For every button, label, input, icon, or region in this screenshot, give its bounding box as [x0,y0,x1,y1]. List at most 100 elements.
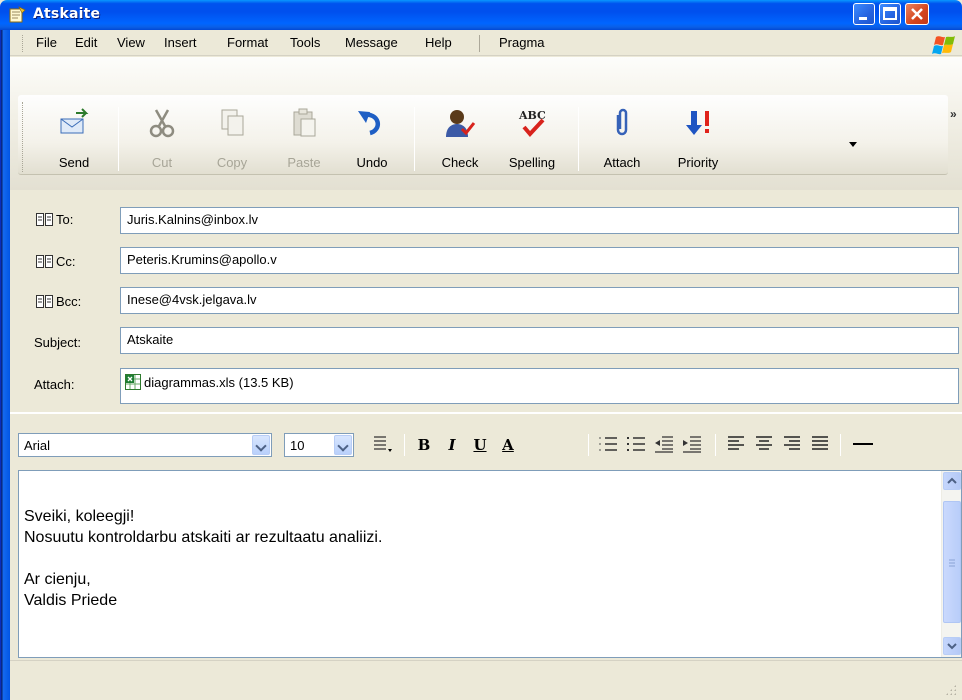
minimize-button[interactable] [853,3,875,25]
paragraph-style-icon [374,436,392,452]
address-book-icon [36,295,53,308]
cc-label[interactable]: Cc: [36,254,76,269]
minimize-icon [859,17,867,20]
send-button[interactable]: Send [42,105,106,175]
priority-label: Priority [677,155,719,170]
message-body[interactable]: Sveiki, koleegji! Nosuutu kontroldarbu at… [18,470,962,658]
menu-insert[interactable]: Insert [164,35,197,50]
undo-icon [358,111,380,136]
spelling-icon: ABC [518,109,546,138]
justify-button[interactable] [808,434,832,456]
scroll-up-button[interactable] [943,472,961,490]
maximize-button[interactable] [879,3,901,25]
toolbar-grip[interactable] [22,102,25,172]
title-bar[interactable]: Atskaite [0,0,962,30]
bullet-list-button[interactable] [624,434,648,456]
paperclip-icon [616,108,628,136]
menu-format[interactable]: Format [227,35,268,50]
status-bar [10,660,962,700]
decrease-indent-button[interactable] [652,434,676,456]
bold-button[interactable]: B [412,434,436,456]
attach-button[interactable]: Attach [590,105,654,175]
font-name-dropdown-icon[interactable] [252,435,270,455]
close-button[interactable] [905,3,929,25]
scroll-down-button[interactable] [943,637,961,655]
italic-button[interactable]: I [440,434,464,456]
menu-tools[interactable]: Tools [290,35,320,50]
menu-view[interactable]: View [117,35,145,50]
align-right-button[interactable] [780,434,804,456]
scroll-thumb[interactable] [943,501,961,623]
toolbar-separator [578,107,579,171]
numbered-list-icon [599,437,617,451]
underline-button[interactable]: U [468,434,492,456]
undo-button[interactable]: Undo [340,105,404,175]
attachment-item[interactable]: diagrammas.xls (13.5 KB) [125,374,294,390]
numbered-list-button[interactable] [596,434,620,456]
chevron-up-icon [947,477,957,484]
justify-icon [812,436,828,450]
to-label-text: To: [56,212,74,227]
bullet-list-icon [627,437,645,451]
compose-window: Atskaite File Edit View Insert Format To… [0,0,962,700]
spelling-button[interactable]: ABC Spelling [500,105,564,175]
message-header: To: Juris.Kalnins@inbox.lv Cc: Peteris.K… [10,190,962,412]
menu-message[interactable]: Message [345,35,398,50]
cut-button[interactable]: Cut [130,105,194,175]
priority-button[interactable]: Priority [666,105,730,175]
decrease-indent-icon [655,436,673,453]
menu-separator [479,35,480,52]
font-size-dropdown-icon[interactable] [334,435,352,455]
subject-field[interactable]: Atskaite [120,327,959,354]
excel-file-icon [125,374,141,390]
copy-label: Copy [216,155,248,170]
font-size-select[interactable]: 10 [284,433,354,457]
paste-icon [293,108,316,137]
window-title: Atskaite [33,6,101,22]
attachment-name: diagrammas.xls (13.5 KB) [144,375,294,390]
bcc-label[interactable]: Bcc: [36,294,81,309]
increase-indent-icon [683,436,701,453]
to-label[interactable]: To: [36,212,73,227]
toolbar-separator [118,107,119,171]
paste-button[interactable]: Paste [272,105,336,175]
message-body-text[interactable]: Sveiki, koleegji! Nosuutu kontroldarbu at… [24,506,382,611]
format-separator [840,434,841,456]
address-book-icon [36,213,53,226]
menu-file[interactable]: File [36,35,57,50]
attach-field-label: Attach: [34,377,75,392]
horizontal-line-button[interactable] [850,434,874,456]
bcc-field[interactable]: Inese@4vsk.jelgava.lv [120,287,959,314]
copy-button[interactable]: Copy [200,105,264,175]
menu-help[interactable]: Help [425,35,452,50]
increase-indent-button[interactable] [680,434,704,456]
grip-icon [949,559,955,567]
priority-dropdown-arrow-icon[interactable] [849,142,857,148]
cc-field[interactable]: Peteris.Krumins@apollo.v [120,247,959,274]
formatting-toolbar: Arial 10 B I U A [10,412,962,468]
bcc-label-text: Bcc: [56,294,82,309]
toolbar-overflow-icon[interactable]: » [950,107,957,121]
align-left-button[interactable] [724,434,748,456]
menu-edit[interactable]: Edit [75,35,97,50]
subject-label: Subject: [34,335,81,350]
body-line [24,548,382,569]
check-label: Check [441,155,479,170]
menu-pragma[interactable]: Pragma [499,35,545,50]
vertical-scrollbar[interactable] [941,471,961,657]
body-line: Ar cienju, [24,571,91,588]
paragraph-style-button[interactable] [370,434,394,456]
to-field[interactable]: Juris.Kalnins@inbox.lv [120,207,959,234]
paste-label: Paste [287,155,321,170]
toolbar-separator [414,107,415,171]
check-names-button[interactable]: Check [428,105,492,175]
align-center-button[interactable] [752,434,776,456]
resize-grip-icon[interactable] [946,683,958,695]
font-color-button[interactable]: A [496,434,520,456]
menu-grip[interactable] [22,35,25,52]
font-name-select[interactable]: Arial [18,433,272,457]
attach-label: Attach [603,155,641,170]
send-icon [60,108,89,134]
chevron-down-icon [947,643,957,650]
align-left-icon [728,436,744,450]
